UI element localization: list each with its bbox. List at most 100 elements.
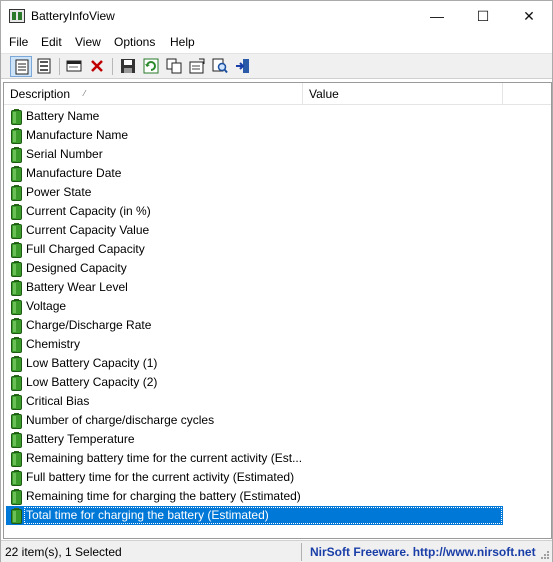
- list-item-description: Battery Name: [26, 109, 100, 123]
- close-button[interactable]: ✕: [506, 1, 552, 31]
- list-item[interactable]: Full Charged Capacity: [6, 240, 503, 259]
- list-item-description: Power State: [26, 185, 92, 199]
- refresh-icon: [143, 58, 159, 74]
- menu-bar: File Edit View Options Help: [1, 32, 552, 52]
- list-item[interactable]: Manufacture Name: [6, 126, 503, 145]
- list-item-description: Remaining time for charging the battery …: [26, 489, 301, 503]
- properties-window-icon: [66, 60, 82, 72]
- list-item[interactable]: Current Capacity Value: [6, 221, 503, 240]
- menu-options[interactable]: Options: [114, 35, 155, 49]
- copy-button[interactable]: [163, 56, 185, 77]
- refresh-button[interactable]: [140, 56, 162, 77]
- menu-help[interactable]: Help: [170, 35, 195, 49]
- save-button[interactable]: [117, 56, 139, 77]
- list-item-description: Manufacture Date: [26, 166, 122, 180]
- battery-icon: [11, 109, 22, 125]
- battery-icon: [11, 280, 22, 296]
- list-item-description: Full Charged Capacity: [26, 242, 145, 256]
- item-count-status: 22 item(s), 1 Selected: [5, 545, 122, 559]
- status-divider: [301, 543, 302, 561]
- menu-view[interactable]: View: [75, 35, 101, 49]
- find-button[interactable]: [209, 56, 231, 77]
- list-item-description: Serial Number: [26, 147, 103, 161]
- maximize-button[interactable]: ☐: [460, 1, 506, 31]
- list-item-description: Critical Bias: [26, 394, 90, 408]
- list-item[interactable]: Total time for charging the battery (Est…: [6, 506, 503, 525]
- column-header-description[interactable]: Description ⁄: [4, 83, 303, 105]
- list-item[interactable]: Low Battery Capacity (1): [6, 354, 503, 373]
- list-item[interactable]: Manufacture Date: [6, 164, 503, 183]
- list-item[interactable]: Battery Name: [6, 107, 503, 126]
- column-header-value[interactable]: Value: [303, 83, 503, 105]
- battery-icon: [11, 204, 22, 220]
- nirsoft-link[interactable]: NirSoft Freeware. http://www.nirsoft.net: [310, 545, 536, 559]
- menu-file[interactable]: File: [9, 35, 28, 49]
- list-item-description: Low Battery Capacity (1): [26, 356, 158, 370]
- app-icon: [9, 9, 25, 23]
- battery-icon: [11, 318, 22, 334]
- resize-grip-icon[interactable]: [540, 550, 550, 560]
- focus-rectangle: [24, 507, 502, 524]
- battery-icon: [11, 375, 22, 391]
- battery-icon: [11, 128, 22, 144]
- list-item[interactable]: Full battery time for the current activi…: [6, 468, 503, 487]
- menu-edit[interactable]: Edit: [41, 35, 62, 49]
- properties-window-button[interactable]: [63, 56, 85, 77]
- list-item[interactable]: Low Battery Capacity (2): [6, 373, 503, 392]
- list-item[interactable]: Number of charge/discharge cycles: [6, 411, 503, 430]
- battery-info-list[interactable]: Description ⁄ Value Battery Name Manufact…: [3, 82, 552, 539]
- list-item-description: Charge/Discharge Rate: [26, 318, 152, 332]
- list-item[interactable]: Serial Number: [6, 145, 503, 164]
- column-header-description-label: Description: [10, 87, 71, 101]
- list-item-description: Chemistry: [26, 337, 81, 351]
- toolbar-separator: [112, 58, 113, 75]
- list-item-description: Designed Capacity: [26, 261, 127, 275]
- battery-log-view-button[interactable]: [33, 56, 55, 77]
- battery-icon: [11, 356, 22, 372]
- list-item[interactable]: Remaining time for charging the battery …: [6, 487, 503, 506]
- battery-icon: [11, 299, 22, 315]
- list-item[interactable]: Chemistry: [6, 335, 503, 354]
- properties-button[interactable]: [186, 56, 208, 77]
- toolbar: [1, 53, 552, 79]
- exit-button[interactable]: [232, 56, 254, 77]
- delete-button[interactable]: [86, 56, 108, 77]
- battery-icon: [11, 242, 22, 258]
- list-item-description: Current Capacity Value: [26, 223, 150, 237]
- battery-icon: [11, 337, 22, 353]
- battery-icon: [11, 147, 22, 163]
- list-item-description: Battery Temperature: [26, 432, 135, 446]
- list-item[interactable]: Remaining battery time for the current a…: [6, 449, 503, 468]
- sort-ascending-icon: ⁄: [84, 89, 86, 98]
- battery-log-view-icon: [37, 58, 51, 74]
- battery-icon: [11, 432, 22, 448]
- list-item[interactable]: Critical Bias: [6, 392, 503, 411]
- list-item[interactable]: Battery Temperature: [6, 430, 503, 449]
- save-icon: [121, 59, 135, 73]
- app-window: BatteryInfoView — ☐ ✕ File Edit View Opt…: [0, 0, 553, 562]
- battery-icon: [11, 223, 22, 239]
- battery-information-view-icon: [15, 59, 29, 75]
- exit-icon: [236, 59, 249, 73]
- list-item[interactable]: Power State: [6, 183, 503, 202]
- properties-icon: [189, 58, 205, 74]
- list-item-description: Full battery time for the current activi…: [26, 470, 295, 484]
- column-header-value-label: Value: [309, 87, 339, 101]
- minimize-button[interactable]: —: [414, 1, 460, 31]
- title-bar[interactable]: BatteryInfoView — ☐ ✕: [1, 1, 552, 31]
- battery-information-view-button[interactable]: [10, 56, 32, 77]
- list-item[interactable]: Designed Capacity: [6, 259, 503, 278]
- list-item-description: Manufacture Name: [26, 128, 129, 142]
- toolbar-separator: [59, 58, 60, 75]
- battery-icon: [11, 166, 22, 182]
- list-item[interactable]: Voltage: [6, 297, 503, 316]
- list-item[interactable]: Charge/Discharge Rate: [6, 316, 503, 335]
- list-item[interactable]: Battery Wear Level: [6, 278, 503, 297]
- list-item-description: Remaining battery time for the current a…: [26, 451, 303, 465]
- delete-icon: [91, 60, 103, 72]
- status-bar: 22 item(s), 1 Selected NirSoft Freeware.…: [1, 540, 552, 562]
- battery-icon: [11, 508, 22, 524]
- battery-icon: [11, 451, 22, 467]
- battery-icon: [11, 261, 22, 277]
- list-item[interactable]: Current Capacity (in %): [6, 202, 503, 221]
